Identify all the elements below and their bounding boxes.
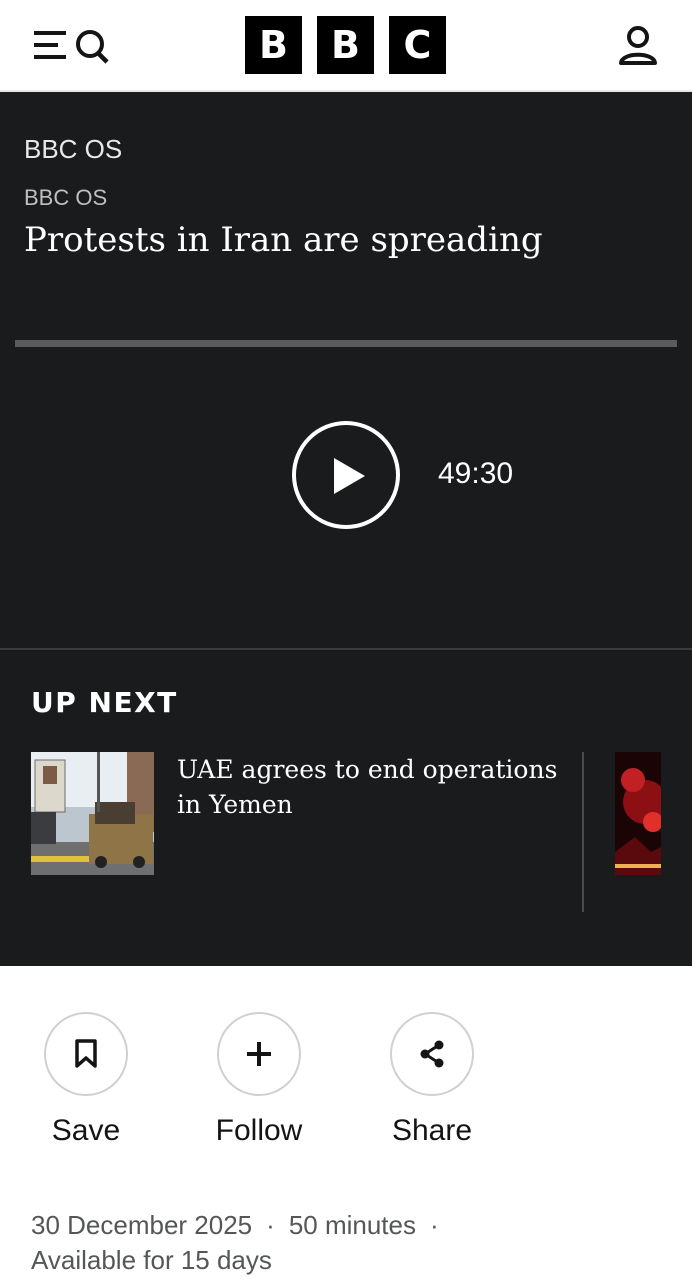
separator-dot: · bbox=[266, 1210, 275, 1240]
up-next-title: UAE agrees to end operations in Yemen bbox=[177, 755, 558, 819]
duration-label: 49:30 bbox=[438, 457, 514, 490]
play-icon bbox=[334, 458, 365, 494]
plus-icon bbox=[247, 1042, 271, 1066]
follow-label: Follow bbox=[215, 1114, 303, 1147]
next-card-thumbnail[interactable] bbox=[615, 752, 661, 875]
share-label: Share bbox=[391, 1114, 473, 1147]
follow-action: Follow bbox=[189, 1012, 329, 1148]
progress-bar[interactable] bbox=[15, 340, 677, 347]
share-icon bbox=[420, 1040, 444, 1068]
episode-length: 50 minutes bbox=[288, 1210, 416, 1240]
broadcast-date: 30 December 2025 bbox=[31, 1210, 253, 1240]
menu-search-button[interactable] bbox=[32, 26, 112, 66]
play-button[interactable] bbox=[292, 421, 400, 529]
up-next-thumbnail bbox=[31, 752, 154, 875]
logo-letter-b2: B bbox=[317, 16, 374, 74]
brand-name[interactable]: BBC OS bbox=[24, 134, 122, 165]
logo-letter-b1: B bbox=[245, 16, 302, 74]
account-button[interactable] bbox=[616, 24, 660, 68]
up-next-card[interactable]: UAE agrees to end operations in Yemen bbox=[31, 752, 571, 882]
follow-button[interactable] bbox=[217, 1012, 301, 1096]
up-next-heading: UP NEXT bbox=[31, 686, 178, 719]
episode-title: Protests in Iran are spreading bbox=[24, 220, 543, 260]
menu-search-icon bbox=[34, 30, 109, 64]
save-button[interactable] bbox=[44, 1012, 128, 1096]
share-action: Share bbox=[362, 1012, 502, 1148]
action-bar: Save Follow Share bbox=[0, 1012, 692, 1152]
separator-dot: · bbox=[430, 1210, 439, 1240]
logo-letter-c: C bbox=[389, 16, 446, 74]
site-header: B B C bbox=[0, 0, 692, 92]
account-icon bbox=[619, 26, 657, 65]
availability: Available for 15 days bbox=[31, 1245, 272, 1275]
save-label: Save bbox=[51, 1114, 121, 1147]
sub-brand-name: BBC OS bbox=[24, 185, 108, 210]
save-action: Save bbox=[16, 1012, 156, 1148]
up-next-section: UP NEXT UAE agrees to end operations in … bbox=[0, 648, 692, 966]
audio-player: BBC OS BBC OS Protests in Iran are sprea… bbox=[0, 92, 692, 648]
bookmark-icon bbox=[75, 1039, 97, 1068]
card-divider bbox=[582, 752, 584, 912]
bbc-logo[interactable]: B B C bbox=[245, 16, 446, 74]
episode-meta: 30 December 2025 · 50 minutes · Available f… bbox=[31, 1208, 671, 1278]
share-button[interactable] bbox=[390, 1012, 474, 1096]
